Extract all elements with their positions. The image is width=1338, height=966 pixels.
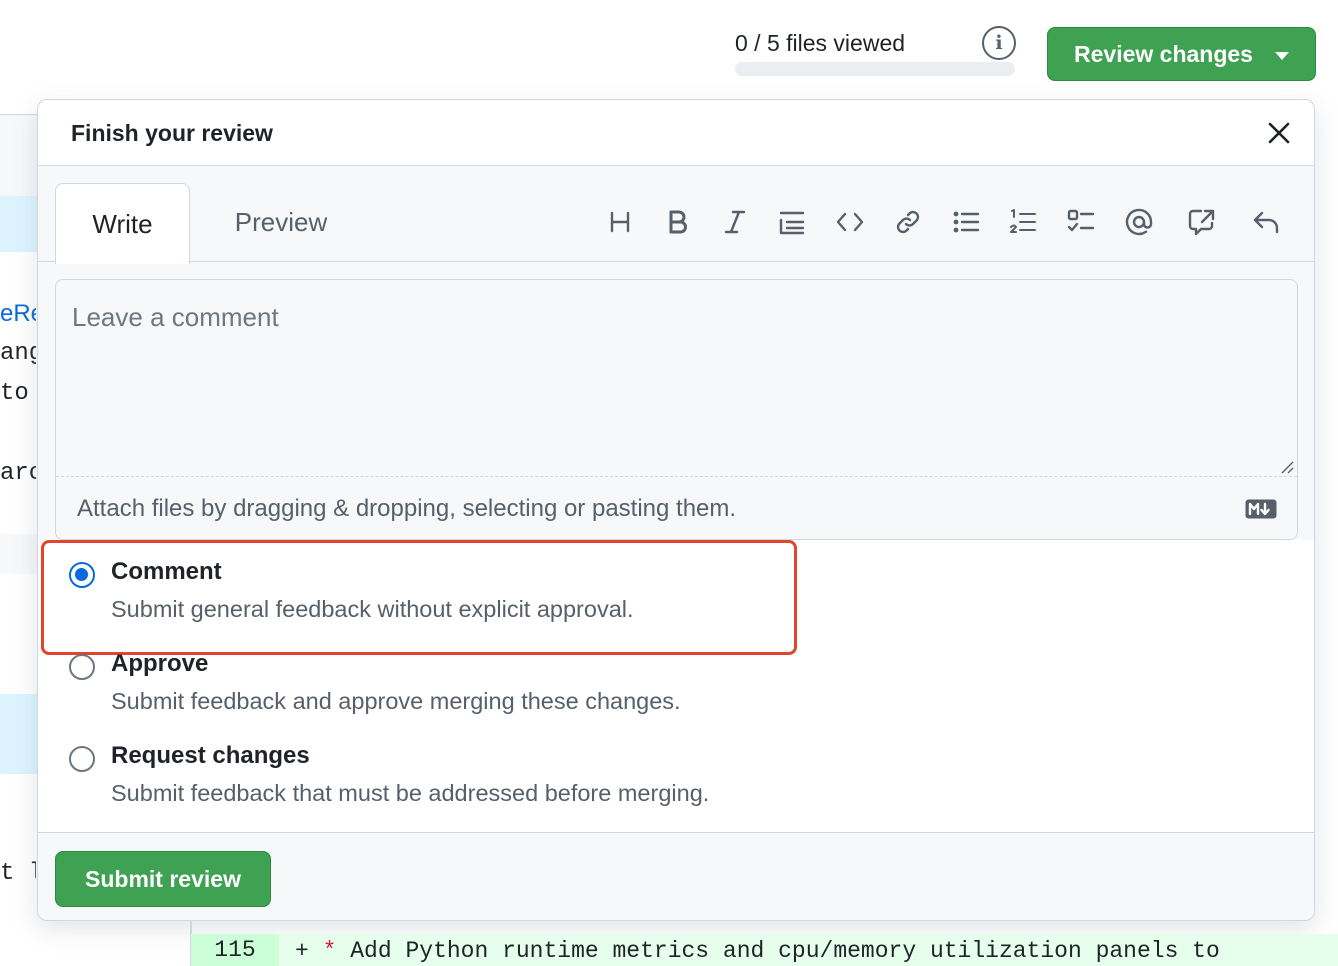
close-icon[interactable] xyxy=(1264,118,1294,148)
bold-icon[interactable] xyxy=(659,204,695,240)
review-changes-label: Review changes xyxy=(1074,40,1253,67)
mention-icon[interactable] xyxy=(1121,204,1157,240)
bg-code-fragment: arc xyxy=(0,460,36,487)
code-icon[interactable] xyxy=(832,204,868,240)
option-title: Request changes xyxy=(111,742,310,769)
bg-row-highlight xyxy=(0,196,40,252)
task-list-icon[interactable] xyxy=(1063,204,1099,240)
reference-icon[interactable] xyxy=(1184,204,1220,240)
diff-bullet: * xyxy=(322,938,337,964)
option-title: Comment xyxy=(111,558,222,585)
bg-row-highlight xyxy=(0,694,40,774)
diff-line-number[interactable]: 115 xyxy=(191,934,279,966)
option-comment[interactable]: Comment Submit general feedback without … xyxy=(69,540,829,622)
quote-icon[interactable] xyxy=(774,204,810,240)
radio-comment[interactable] xyxy=(69,562,95,588)
info-icon[interactable]: i xyxy=(982,26,1016,60)
radio-approve[interactable] xyxy=(69,654,95,680)
files-viewed-progress xyxy=(735,62,1015,76)
markdown-icon[interactable] xyxy=(1245,499,1277,519)
files-viewed-count: 0 / 5 files viewed xyxy=(735,30,906,56)
dialog-title: Finish your review xyxy=(71,120,273,146)
diff-text: Add Python runtime metrics and cpu/memor… xyxy=(350,938,1220,964)
file-attachment-bar: Attach files by dragging & dropping, sel… xyxy=(56,476,1297,539)
comment-editor: Write Preview Leave a comment Attach fil… xyxy=(38,166,1314,540)
bg-row xyxy=(0,534,40,574)
submit-review-button[interactable]: Submit review xyxy=(55,851,271,907)
diff-added-line: 115 + * Add Python runtime metrics and c… xyxy=(190,934,1338,966)
option-request-changes[interactable]: Request changes Submit feedback that mus… xyxy=(69,724,829,806)
resize-handle-icon[interactable] xyxy=(1278,458,1294,474)
heading-icon[interactable] xyxy=(602,204,638,240)
tab-preview[interactable]: Preview xyxy=(206,183,356,261)
dialog-footer: Submit review xyxy=(38,832,1314,920)
dialog-header: Finish your review xyxy=(38,100,1314,166)
radio-request-changes[interactable] xyxy=(69,746,95,772)
ordered-list-icon[interactable] xyxy=(1005,204,1041,240)
diff-add-marker: + xyxy=(295,938,309,964)
pr-files-header: 0 / 5 files viewed i Review changes xyxy=(0,0,1338,96)
option-description: Submit feedback and approve merging thes… xyxy=(111,688,681,714)
bg-row xyxy=(0,114,40,196)
option-description: Submit feedback that must be addressed b… xyxy=(111,780,710,806)
review-changes-button[interactable]: Review changes xyxy=(1047,27,1316,81)
option-description: Submit general feedback without explicit… xyxy=(111,596,634,622)
diff-line-content: + * Add Python runtime metrics and cpu/m… xyxy=(295,938,1220,964)
attach-files-text[interactable]: Attach files by dragging & dropping, sel… xyxy=(77,495,736,523)
option-approve[interactable]: Approve Submit feedback and approve merg… xyxy=(69,632,829,714)
comment-box: Attach files by dragging & dropping, sel… xyxy=(55,279,1298,540)
finish-review-dialog: Finish your review Write Preview Leave a… xyxy=(37,99,1315,921)
option-title: Approve xyxy=(111,650,209,677)
caret-down-icon xyxy=(1275,52,1289,60)
tab-write[interactable]: Write xyxy=(55,183,190,264)
unordered-list-icon[interactable] xyxy=(948,204,984,240)
bg-code-fragment: ang xyxy=(0,340,36,367)
link-icon[interactable] xyxy=(890,204,926,240)
diff-gutter-divider xyxy=(190,920,192,934)
editor-tabs: Write Preview xyxy=(38,166,1314,264)
reply-icon[interactable] xyxy=(1248,204,1284,240)
comment-textarea[interactable] xyxy=(56,280,1297,476)
bg-code-fragment: to xyxy=(0,380,29,407)
bg-code-fragment[interactable]: eRe xyxy=(0,300,36,328)
italic-icon[interactable] xyxy=(717,204,753,240)
bg-code-fragment: t l xyxy=(0,860,36,887)
